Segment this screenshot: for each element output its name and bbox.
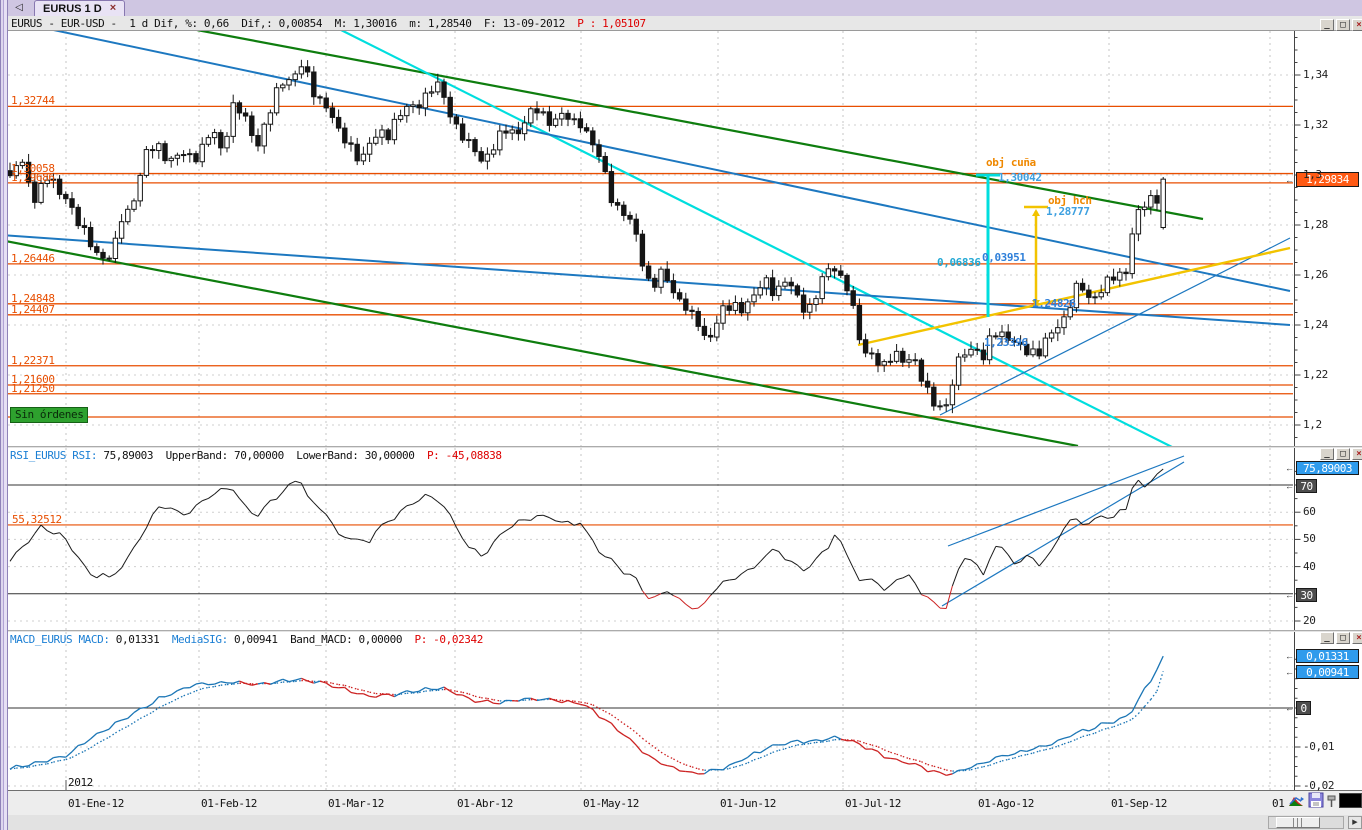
tab-scroll-left-icon[interactable]: ◁: [12, 1, 26, 15]
price-tick-label: 1,34: [1303, 68, 1328, 81]
price-tick-label: 1,26: [1303, 268, 1328, 281]
rsi-header: RSI_EURUS RSI: 75,89003 UpperBand: 70,00…: [10, 449, 502, 462]
rsi-chart-area[interactable]: [8, 448, 1294, 630]
month-label: 01-Ago-12: [978, 797, 1035, 810]
rsi-header-part-2: UpperBand: 70,00000 LowerBand: 30,00000: [165, 449, 427, 462]
rsi-value-badge: 75,89003: [1296, 461, 1359, 475]
no-orders-badge: Sin órdenes: [10, 407, 89, 423]
rsi-minimize-button[interactable]: _: [1320, 448, 1334, 460]
rsi-close-button[interactable]: ×: [1352, 448, 1362, 460]
scrollbar-thumb[interactable]: [1276, 817, 1320, 828]
rsi-tick-label: 40: [1303, 559, 1316, 573]
macd-signal-badge: 0,00941: [1296, 665, 1359, 679]
macd-header-part-5: P: -0,02342: [414, 633, 484, 646]
main-minimize-button[interactable]: _: [1320, 19, 1334, 31]
annotation-measure-left: 0,06836: [937, 256, 981, 269]
macd-signal-pointer-icon: ←: [1285, 667, 1294, 677]
bottom-status-bar: [8, 815, 1362, 830]
macd-header: MACD_EURUS MACD: 0,01331 MediaSIG: 0,009…: [10, 633, 483, 646]
macd-tick-label: -0,01: [1303, 740, 1335, 753]
month-label: 01-Sep-12: [1111, 797, 1168, 810]
annotation-level-low: 1,23396: [984, 336, 1028, 349]
rsi-pane-buttons: _ □ ×: [1320, 448, 1362, 460]
rsi-header-part-3: P: -45,08838: [426, 449, 502, 462]
price-level-label: 1,32744: [11, 94, 55, 108]
macd-header-part-2: MediaSIG:: [171, 633, 235, 646]
price-pointer-icon: ←: [1285, 175, 1294, 185]
price-tick-label: 1,28: [1303, 218, 1328, 231]
chart-style-icon[interactable]: [1288, 793, 1304, 809]
annotation-hch-target: 1,28777: [1046, 205, 1090, 218]
main-chart-area[interactable]: [8, 31, 1294, 446]
month-label: 01-Jul-12: [845, 797, 902, 810]
macd-header-part-4: Band_MACD: 0,00000: [290, 633, 415, 646]
annotation-cuna-target: 1,30042: [998, 171, 1042, 184]
month-label: 01-Jun-12: [720, 797, 777, 810]
quote-bar-part-0: EURUS - EUR-USD - 1 d Dif, %: 0,66 Dif,:…: [11, 16, 578, 30]
rsi-upper-pointer-icon: ←: [1285, 481, 1294, 491]
price-tick-label: 1,24: [1303, 318, 1328, 331]
price-level-label: 1,22371: [11, 353, 55, 367]
month-label: 01-Feb-12: [201, 797, 258, 810]
window-left-border: [0, 0, 8, 830]
rsi-upperband-badge: 70: [1296, 479, 1317, 493]
rsi-header-part-0: RSI_EURUS RSI:: [10, 449, 104, 462]
scrollbar-right-arrow[interactable]: ▶: [1348, 816, 1362, 829]
price-level-label: 1,26446: [11, 251, 55, 265]
year-label: 2012: [68, 776, 93, 789]
price-level-label: 1,24407: [11, 302, 55, 316]
annotation-measure-right: 0,03951: [982, 251, 1026, 264]
macd-header-part-0: MACD_EURUS MACD:: [10, 633, 116, 646]
main-close-button[interactable]: ×: [1352, 19, 1362, 31]
month-label: 01-Mar-12: [328, 797, 385, 810]
fullscreen-toggle-icon[interactable]: [1339, 793, 1362, 808]
macd-header-part-1: 0,01331: [115, 633, 172, 646]
macd-chart-area[interactable]: [8, 632, 1294, 790]
macd-maximize-button[interactable]: □: [1336, 632, 1350, 644]
rsi-lowerband-badge: 30: [1296, 588, 1317, 602]
price-tick-label: 1,32: [1303, 118, 1328, 131]
price-level-label: 1,21250: [11, 381, 55, 395]
month-label: 01-Ene-12: [68, 797, 125, 810]
macd-pane-buttons: _ □ ×: [1320, 632, 1362, 644]
month-label: 01: [1272, 797, 1285, 810]
tab-label: EURUS 1 D: [43, 2, 102, 15]
tab-eurus-1d[interactable]: EURUS 1 D ×: [34, 0, 126, 16]
rsi-pointer-icon: ←: [1285, 463, 1294, 473]
main-maximize-button[interactable]: □: [1336, 19, 1350, 31]
macd-pointer-icon: ←: [1285, 651, 1294, 661]
rsi-tick-label: 60: [1303, 505, 1316, 519]
macd-value-badge: 0,01331: [1296, 649, 1359, 663]
macd-tick-label: -0,02: [1303, 779, 1335, 792]
tab-close-icon[interactable]: ×: [110, 3, 116, 14]
pane-separator[interactable]: [8, 446, 1362, 448]
month-label: 01-May-12: [583, 797, 640, 810]
quote-bar-part-1: P : 1,05107: [577, 16, 646, 30]
annotation-level-mid: 1,24826: [1032, 297, 1076, 310]
price-level-label: 1,29686: [11, 170, 55, 184]
rsi-level-label: 55,32512: [12, 512, 62, 526]
macd-minimize-button[interactable]: _: [1320, 632, 1334, 644]
rsi-lower-pointer-icon: ←: [1285, 590, 1294, 600]
rsi-header-part-1: 75,89003: [103, 449, 166, 462]
macd-zero-badge: 0: [1296, 701, 1311, 715]
main-pane-buttons: _ □ ×: [1320, 19, 1362, 31]
trading-app-window: ◁ EURUS 1 D × EURUS - EUR-USD - 1 d Dif,…: [0, 0, 1362, 830]
save-icon[interactable]: [1308, 792, 1325, 809]
quote-bar: EURUS - EUR-USD - 1 d Dif, %: 0,66 Dif,:…: [8, 16, 1362, 31]
tab-bar: [8, 0, 1362, 17]
price-tick-label: 1,2: [1303, 418, 1322, 431]
macd-zero-pointer-icon: ←: [1285, 703, 1294, 713]
price-tick-label: 1,3: [1303, 168, 1322, 181]
rsi-tick-label: 20: [1303, 614, 1316, 627]
pin-icon[interactable]: [1326, 794, 1338, 808]
month-label: 01-Abr-12: [457, 797, 514, 810]
rsi-maximize-button[interactable]: □: [1336, 448, 1350, 460]
macd-header-part-3: 0,00941: [234, 633, 291, 646]
pane-separator[interactable]: [8, 630, 1362, 632]
macd-close-button[interactable]: ×: [1352, 632, 1362, 644]
rsi-tick-label: 50: [1303, 532, 1316, 546]
price-tick-label: 1,22: [1303, 368, 1328, 381]
annotation-obj-cuna: obj cuña: [986, 156, 1036, 169]
